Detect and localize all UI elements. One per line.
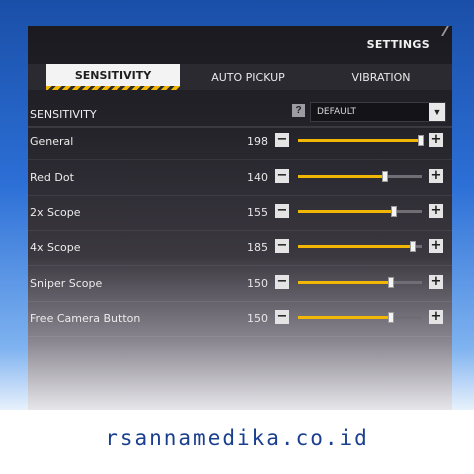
decrease-button[interactable]: −	[275, 310, 289, 324]
slider-handle[interactable]	[381, 171, 388, 182]
slider-handle[interactable]	[409, 241, 416, 252]
tab-sensitivity[interactable]: SENSITIVITY	[46, 64, 180, 90]
slider-track[interactable]	[298, 171, 422, 182]
increase-button[interactable]: +	[429, 310, 443, 324]
setting-value: 155	[247, 206, 268, 219]
slider-track[interactable]	[298, 206, 422, 217]
setting-row: General 198− +	[28, 130, 452, 160]
tab-auto-pickup[interactable]: AUTO PICKUP	[186, 64, 310, 90]
slider-fill	[298, 316, 391, 319]
setting-label: 4x Scope	[30, 241, 81, 254]
setting-row: 4x Scope 185− +	[28, 236, 452, 266]
setting-row: Red Dot 140− +	[28, 166, 452, 196]
setting-value: 198	[247, 135, 268, 148]
decrease-button[interactable]: −	[275, 204, 289, 218]
setting-value: 150	[247, 277, 268, 290]
sensitivity-header: SENSITIVITY ? DEFAULT ▼	[28, 100, 452, 126]
preset-value: DEFAULT	[317, 107, 356, 117]
row-divider	[28, 265, 452, 266]
watermark-text: rsannamedika.co.id	[105, 426, 369, 450]
slider-handle[interactable]	[417, 135, 424, 146]
row-divider	[28, 230, 452, 231]
setting-row: 2x Scope 155− +	[28, 201, 452, 231]
setting-row: Sniper Scope 150− +	[28, 272, 452, 302]
slider-track[interactable]	[298, 135, 424, 146]
slider-fill	[298, 175, 385, 178]
setting-label: General	[30, 135, 74, 148]
help-icon[interactable]: ?	[292, 104, 305, 117]
slider-track[interactable]	[298, 277, 422, 288]
increase-button[interactable]: +	[429, 204, 443, 218]
increase-button[interactable]: +	[429, 275, 443, 289]
slider-track[interactable]	[298, 312, 422, 323]
slider-handle[interactable]	[388, 277, 394, 288]
row-divider	[28, 195, 452, 196]
setting-label: Free Camera Button	[30, 312, 141, 325]
slider-fill	[298, 210, 395, 213]
setting-value: 150	[247, 312, 268, 325]
settings-panel: SETTINGS SENSITIVITY AUTO PICKUP VIBRATI…	[28, 26, 452, 410]
settings-title: SETTINGS	[366, 38, 430, 51]
preset-dropdown[interactable]: DEFAULT ▼	[310, 102, 446, 122]
row-divider	[28, 336, 452, 337]
decrease-button[interactable]: −	[275, 239, 289, 253]
corner-decoration	[429, 26, 449, 36]
setting-value: 185	[247, 241, 268, 254]
setting-label: 2x Scope	[30, 206, 81, 219]
setting-row: Free Camera Button 150− +	[28, 307, 452, 337]
row-divider	[28, 301, 452, 302]
divider	[28, 126, 452, 128]
slider-handle[interactable]	[391, 206, 398, 217]
slider-fill	[298, 281, 391, 284]
increase-button[interactable]: +	[429, 239, 443, 253]
slider-fill	[298, 245, 413, 248]
setting-label: Red Dot	[30, 171, 74, 184]
row-divider	[28, 159, 452, 160]
slider-handle[interactable]	[388, 312, 394, 323]
chevron-down-icon[interactable]: ▼	[429, 103, 445, 121]
tab-bar: SENSITIVITY AUTO PICKUP VIBRATION	[28, 64, 452, 90]
section-label: SENSITIVITY	[30, 108, 97, 121]
setting-value: 140	[247, 171, 268, 184]
tab-vibration[interactable]: VIBRATION	[316, 64, 446, 90]
increase-button[interactable]: +	[429, 133, 443, 147]
setting-label: Sniper Scope	[30, 277, 103, 290]
increase-button[interactable]: +	[429, 169, 443, 183]
decrease-button[interactable]: −	[275, 169, 289, 183]
decrease-button[interactable]: −	[275, 275, 289, 289]
slider-track[interactable]	[298, 241, 422, 252]
decrease-button[interactable]: −	[275, 133, 289, 147]
slider-fill	[298, 139, 421, 142]
